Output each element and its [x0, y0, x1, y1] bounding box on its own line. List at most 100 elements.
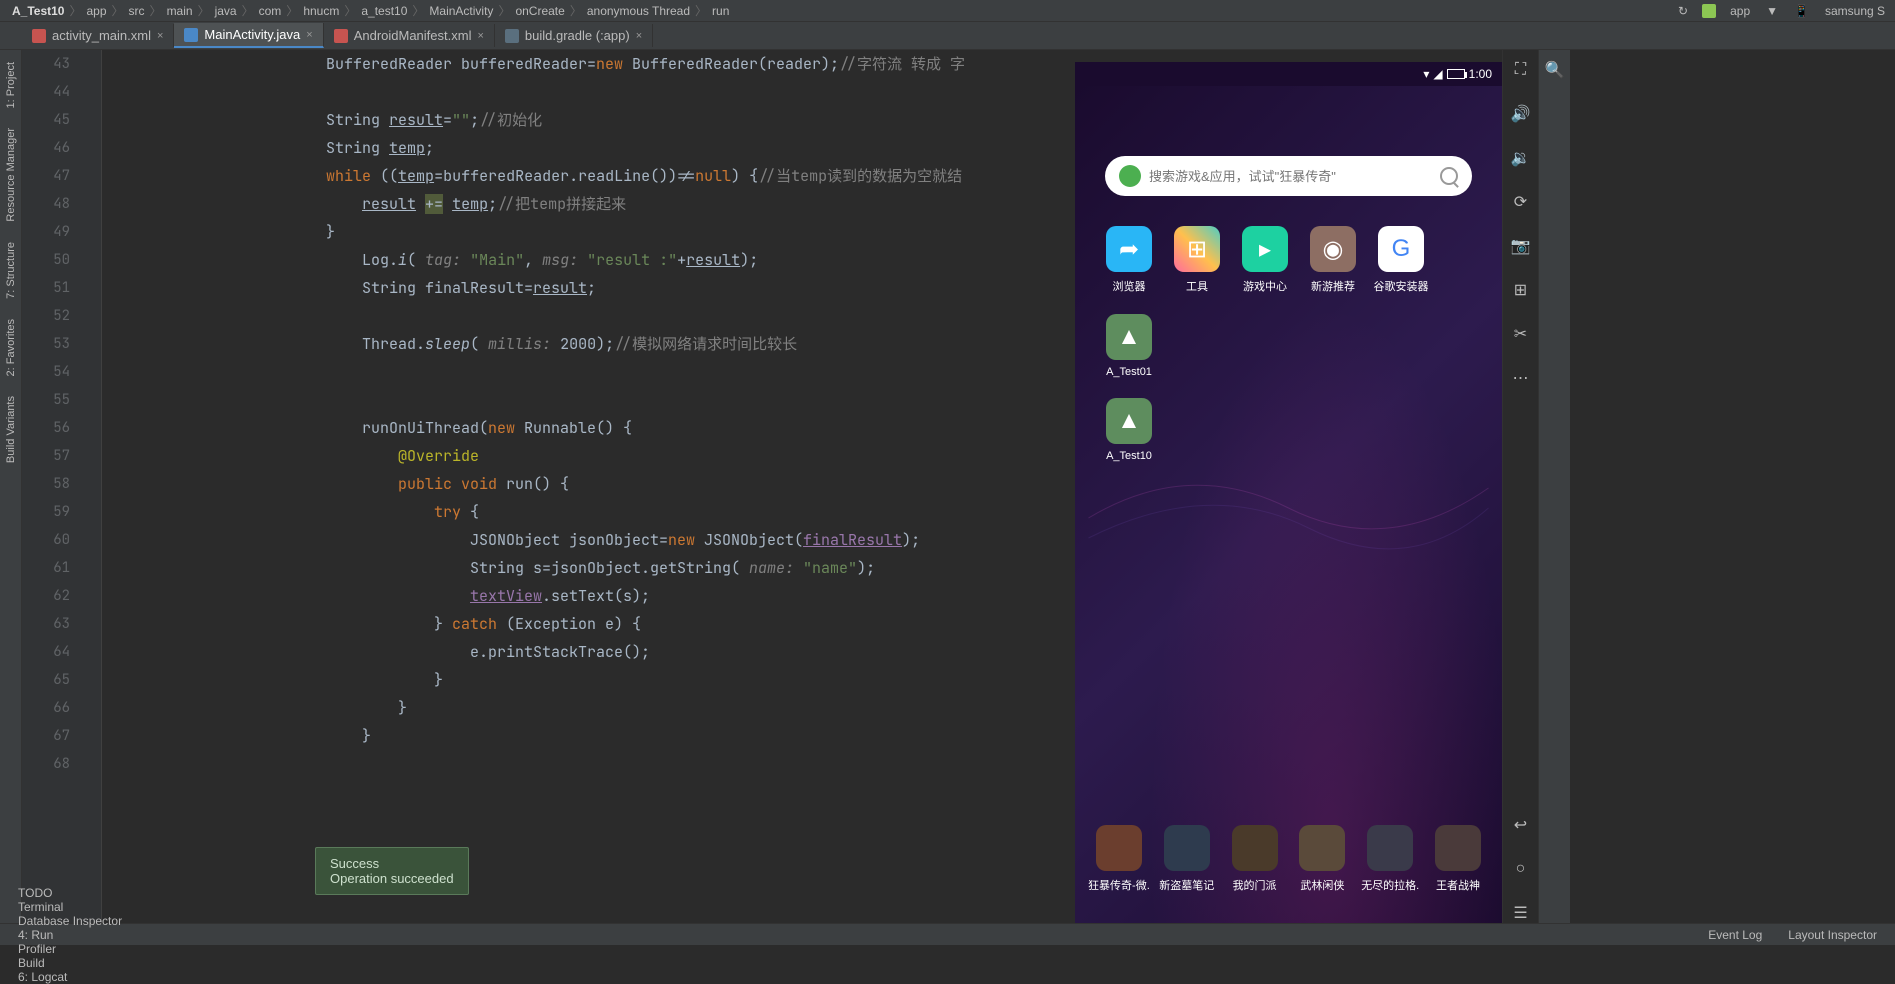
line-number: 60 [22, 526, 70, 554]
rotate-icon[interactable]: ⟳ [1511, 192, 1531, 212]
launcher-app[interactable]: 狂暴传奇-微. [1085, 825, 1153, 893]
app-icon: ➦ [1106, 226, 1152, 272]
side-tab[interactable]: 1: Project [3, 54, 19, 116]
editor-tab[interactable]: MainActivity.java× [174, 23, 323, 48]
code-line[interactable]: while ((temp=bufferedReader.readLine())!… [110, 162, 1075, 190]
launcher-search[interactable] [1105, 156, 1472, 196]
code-line[interactable]: e.printStackTrace(); [110, 638, 1075, 666]
device-select[interactable]: samsung S [1823, 4, 1887, 18]
app-grid-row1: ➦浏览器⊞工具▸游戏中心◉新游推荐G谷歌安装器 ▲A_Test01 [1085, 226, 1492, 398]
code-line[interactable]: runOnUiThread(new Runnable() { [110, 414, 1075, 442]
side-tab[interactable]: Build Variants [3, 388, 19, 471]
recents-icon[interactable]: ☰ [1511, 903, 1531, 923]
emulator-screen[interactable]: ➦浏览器⊞工具▸游戏中心◉新游推荐G谷歌安装器 ▲A_Test01 ▲A_Test… [1075, 86, 1502, 923]
editor-tab[interactable]: activity_main.xml× [22, 24, 174, 47]
home-icon[interactable]: ○ [1511, 859, 1531, 879]
editor-tab[interactable]: AndroidManifest.xml× [324, 24, 495, 47]
code-line[interactable]: Thread.sleep( millis: 2000);//模拟网络请求时间比较… [110, 330, 1075, 358]
bottom-tab[interactable]: 6: Logcat [8, 970, 132, 984]
breadcrumb-item[interactable]: a_test10 [359, 4, 409, 18]
sync-icon[interactable]: ↻ [1676, 4, 1690, 18]
code-line[interactable]: textView.setText(s); [110, 582, 1075, 610]
breadcrumb-item[interactable]: app [85, 4, 109, 18]
search-icon[interactable] [1440, 167, 1458, 185]
code-line[interactable]: JSONObject jsonObject=new JSONObject(fin… [110, 526, 1075, 554]
code-editor[interactable]: 4344454647484950515253545556575859606162… [22, 50, 1075, 923]
volume-down-icon[interactable]: 🔉 [1511, 148, 1531, 168]
breadcrumb-item[interactable]: main [165, 4, 195, 18]
code-line[interactable] [110, 750, 1075, 778]
launcher-app[interactable]: ▸游戏中心 [1231, 226, 1299, 294]
launcher-app[interactable]: ➦浏览器 [1095, 226, 1163, 294]
code-line[interactable]: public void run() { [110, 470, 1075, 498]
breadcrumb-item[interactable]: onCreate [513, 4, 566, 18]
search-input[interactable] [1149, 169, 1440, 184]
fold-column[interactable] [82, 50, 102, 923]
bottom-tab[interactable]: TODO [8, 886, 132, 900]
breadcrumb-item[interactable]: A_Test10 [10, 4, 66, 18]
breadcrumb-item[interactable]: hnucm [301, 4, 341, 18]
launcher-app[interactable]: ⊞工具 [1163, 226, 1231, 294]
code-line[interactable]: Log.i( tag: "Main", msg: "result :"+resu… [110, 246, 1075, 274]
code-line[interactable]: @Override [110, 442, 1075, 470]
screenshot-icon[interactable]: 📷 [1511, 236, 1531, 256]
launcher-app[interactable]: 王者战神 [1424, 825, 1492, 893]
breadcrumb-item[interactable]: src [127, 4, 147, 18]
bottom-tab[interactable]: Event Log [1698, 928, 1772, 942]
launcher-app[interactable]: 武林闲侠 [1288, 825, 1356, 893]
code-line[interactable]: BufferedReader bufferedReader=new Buffer… [110, 50, 1075, 78]
launcher-app[interactable]: ◉新游推荐 [1299, 226, 1367, 294]
launcher-app[interactable]: 新盗墓笔记 [1153, 825, 1221, 893]
run-config[interactable]: app [1728, 4, 1752, 18]
close-icon[interactable]: × [306, 29, 312, 41]
search-icon[interactable]: 🔍 [1543, 58, 1567, 82]
breadcrumb-item[interactable]: java [213, 4, 239, 18]
editor-tab[interactable]: build.gradle (:app)× [495, 24, 653, 47]
bottom-tab[interactable]: Build [8, 956, 132, 970]
back-icon[interactable]: ↩ [1511, 815, 1531, 835]
code-line[interactable]: } [110, 218, 1075, 246]
bottom-tab[interactable]: Layout Inspector [1778, 928, 1887, 942]
bottom-tab[interactable]: Terminal [8, 900, 132, 914]
volume-up-icon[interactable]: 🔊 [1511, 104, 1531, 124]
breadcrumb-item[interactable]: MainActivity [427, 4, 495, 18]
bottom-tab[interactable]: 4: Run [8, 928, 132, 942]
code-line[interactable]: String finalResult=result; [110, 274, 1075, 302]
code-line[interactable]: String s=jsonObject.getString( name: "na… [110, 554, 1075, 582]
code-line[interactable]: String result="";//初始化 [110, 106, 1075, 134]
launcher-app[interactable]: 我的门派 [1221, 825, 1289, 893]
launcher-app[interactable]: ▲A_Test10 [1095, 398, 1163, 462]
side-tab[interactable]: 2: Favorites [3, 311, 19, 384]
scissors-icon[interactable]: ✂ [1511, 324, 1531, 344]
launcher-app[interactable]: 无尽的拉格. [1356, 825, 1424, 893]
code-area[interactable]: BufferedReader bufferedReader=new Buffer… [102, 50, 1075, 923]
code-line[interactable]: } [110, 722, 1075, 750]
code-line[interactable] [110, 78, 1075, 106]
code-line[interactable] [110, 302, 1075, 330]
bottom-tab[interactable]: Database Inspector [8, 914, 132, 928]
code-line[interactable]: String temp; [110, 134, 1075, 162]
breadcrumb-item[interactable]: com [257, 4, 284, 18]
launcher-app[interactable]: G谷歌安装器 [1367, 226, 1435, 294]
code-line[interactable] [110, 386, 1075, 414]
code-line[interactable]: result += temp;//把temp拼接起来 [110, 190, 1075, 218]
chevron-right-icon: 〉 [496, 4, 512, 18]
code-line[interactable] [110, 358, 1075, 386]
fullscreen-icon[interactable]: ⛶ [1511, 60, 1531, 80]
chevron-down-icon[interactable]: ▼ [1764, 4, 1780, 18]
code-line[interactable]: } catch (Exception e) { [110, 610, 1075, 638]
close-icon[interactable]: × [636, 30, 642, 42]
close-icon[interactable]: × [477, 30, 483, 42]
breadcrumb-item[interactable]: anonymous Thread [585, 4, 692, 18]
code-line[interactable]: } [110, 666, 1075, 694]
bottom-tab[interactable]: Profiler [8, 942, 132, 956]
breadcrumb-item[interactable]: run [710, 4, 731, 18]
launcher-app[interactable]: ▲A_Test01 [1095, 314, 1163, 378]
side-tab[interactable]: 7: Structure [3, 234, 19, 307]
apps-icon[interactable]: ⊞ [1511, 280, 1531, 300]
more-icon[interactable]: ⋯ [1511, 368, 1531, 388]
side-tab[interactable]: Resource Manager [3, 120, 19, 230]
close-icon[interactable]: × [157, 30, 163, 42]
code-line[interactable]: try { [110, 498, 1075, 526]
code-line[interactable]: } [110, 694, 1075, 722]
